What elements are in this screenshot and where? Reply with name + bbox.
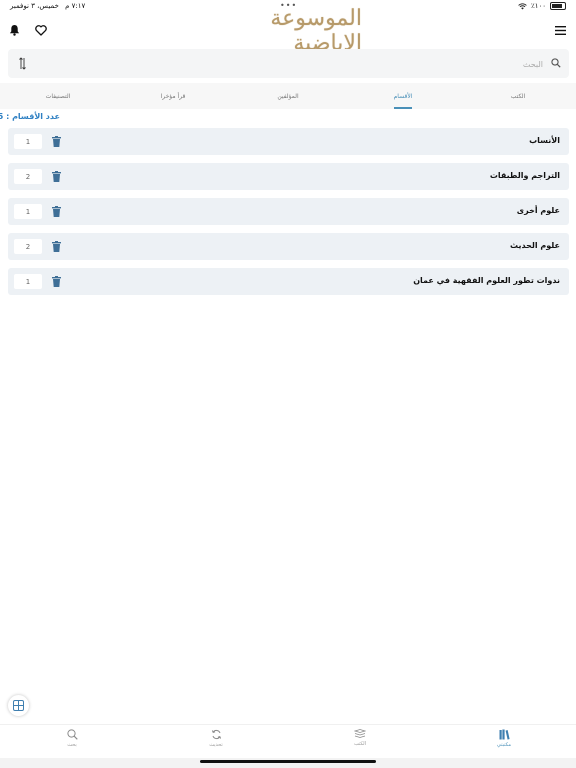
sort-arrows-icon[interactable] [19, 57, 26, 70]
app-screen: ٧:١٧ م خميس، ٣ نوفمبر ••• ٪١٠٠ الموسوعة … [0, 0, 576, 768]
section-name: التراجم والطبقات [489, 171, 560, 180]
search-icon [551, 58, 561, 68]
nav-search-label: بحث [67, 742, 77, 748]
favorites-heart-icon[interactable] [31, 20, 51, 40]
tab-books[interactable]: الكتب [476, 83, 560, 109]
tab-authors[interactable]: المؤلفين [246, 83, 330, 109]
section-book-count: 2 [14, 239, 42, 254]
bottom-navigation: مكتبتي الكتب تحديث بحث [0, 724, 576, 759]
section-row[interactable]: التراجم والطبقات 2 [8, 163, 569, 190]
trash-icon[interactable] [50, 240, 62, 253]
tab-classifications[interactable]: التصنيفات [16, 83, 100, 109]
tab-authors-label: المؤلفين [277, 92, 299, 100]
trash-icon[interactable] [50, 135, 62, 148]
notifications-bell-icon[interactable] [4, 20, 24, 40]
tab-recently-read[interactable]: قرأ مؤخرا [131, 83, 215, 109]
grid-icon [13, 700, 24, 711]
tab-sections[interactable]: الأقسام [361, 83, 445, 109]
app-logo: الموسوعة الإباضية [214, 6, 362, 56]
status-indicators: ٪١٠٠ [518, 2, 566, 10]
search-icon [66, 729, 78, 740]
tab-classifications-label: التصنيفات [45, 92, 71, 100]
section-name: ندوات تطور العلوم الفقهية في عمان [413, 276, 560, 285]
tab-recently-read-label: قرأ مؤخرا [160, 92, 186, 100]
section-row[interactable]: ندوات تطور العلوم الفقهية في عمان 1 [8, 268, 569, 295]
category-tabs: الكتب الأقسام المؤلفين قرأ مؤخرا التصنيف… [0, 83, 576, 109]
search-bar [8, 49, 569, 78]
nav-update[interactable]: تحديث [196, 729, 236, 757]
books-icon [354, 729, 366, 738]
trash-icon[interactable] [50, 275, 62, 288]
wifi-icon [518, 2, 527, 9]
library-icon [499, 729, 510, 740]
section-name: علوم الحديث [510, 241, 560, 250]
section-book-count: 1 [14, 134, 42, 149]
section-book-count: 1 [14, 274, 42, 289]
refresh-icon [211, 729, 221, 740]
section-name: علوم أخرى [516, 206, 560, 215]
section-book-count: 1 [14, 204, 42, 219]
trash-icon[interactable] [50, 205, 62, 218]
trash-icon[interactable] [50, 170, 62, 183]
sections-count-label: عدد الأقسام : 5 [0, 112, 60, 121]
tab-sections-label: الأقسام [393, 92, 413, 100]
grid-view-button[interactable] [8, 695, 29, 716]
section-book-count: 2 [14, 169, 42, 184]
nav-books[interactable]: الكتب [340, 729, 380, 757]
battery-percent: ٪١٠٠ [530, 2, 546, 10]
active-tab-indicator [394, 107, 412, 109]
section-row[interactable]: علوم الحديث 2 [8, 233, 569, 260]
nav-my-library-label: مكتبتي [496, 742, 512, 748]
nav-update-label: تحديث [209, 742, 223, 748]
status-time-date: ٧:١٧ م خميس، ٣ نوفمبر [10, 2, 85, 10]
home-indicator[interactable] [200, 760, 376, 763]
battery-icon [550, 2, 566, 10]
section-name: الأنساب [529, 136, 560, 145]
section-row[interactable]: علوم أخرى 1 [8, 198, 569, 225]
menu-hamburger-icon[interactable] [550, 20, 570, 40]
status-date: خميس، ٣ نوفمبر [10, 2, 59, 10]
search-input[interactable] [41, 55, 545, 73]
nav-books-label: الكتب [353, 741, 367, 747]
section-row[interactable]: الأنساب 1 [8, 128, 569, 155]
nav-search[interactable]: بحث [52, 729, 92, 757]
nav-my-library[interactable]: مكتبتي [484, 729, 524, 757]
status-time: ٧:١٧ م [65, 2, 86, 10]
tab-books-label: الكتب [510, 92, 526, 100]
